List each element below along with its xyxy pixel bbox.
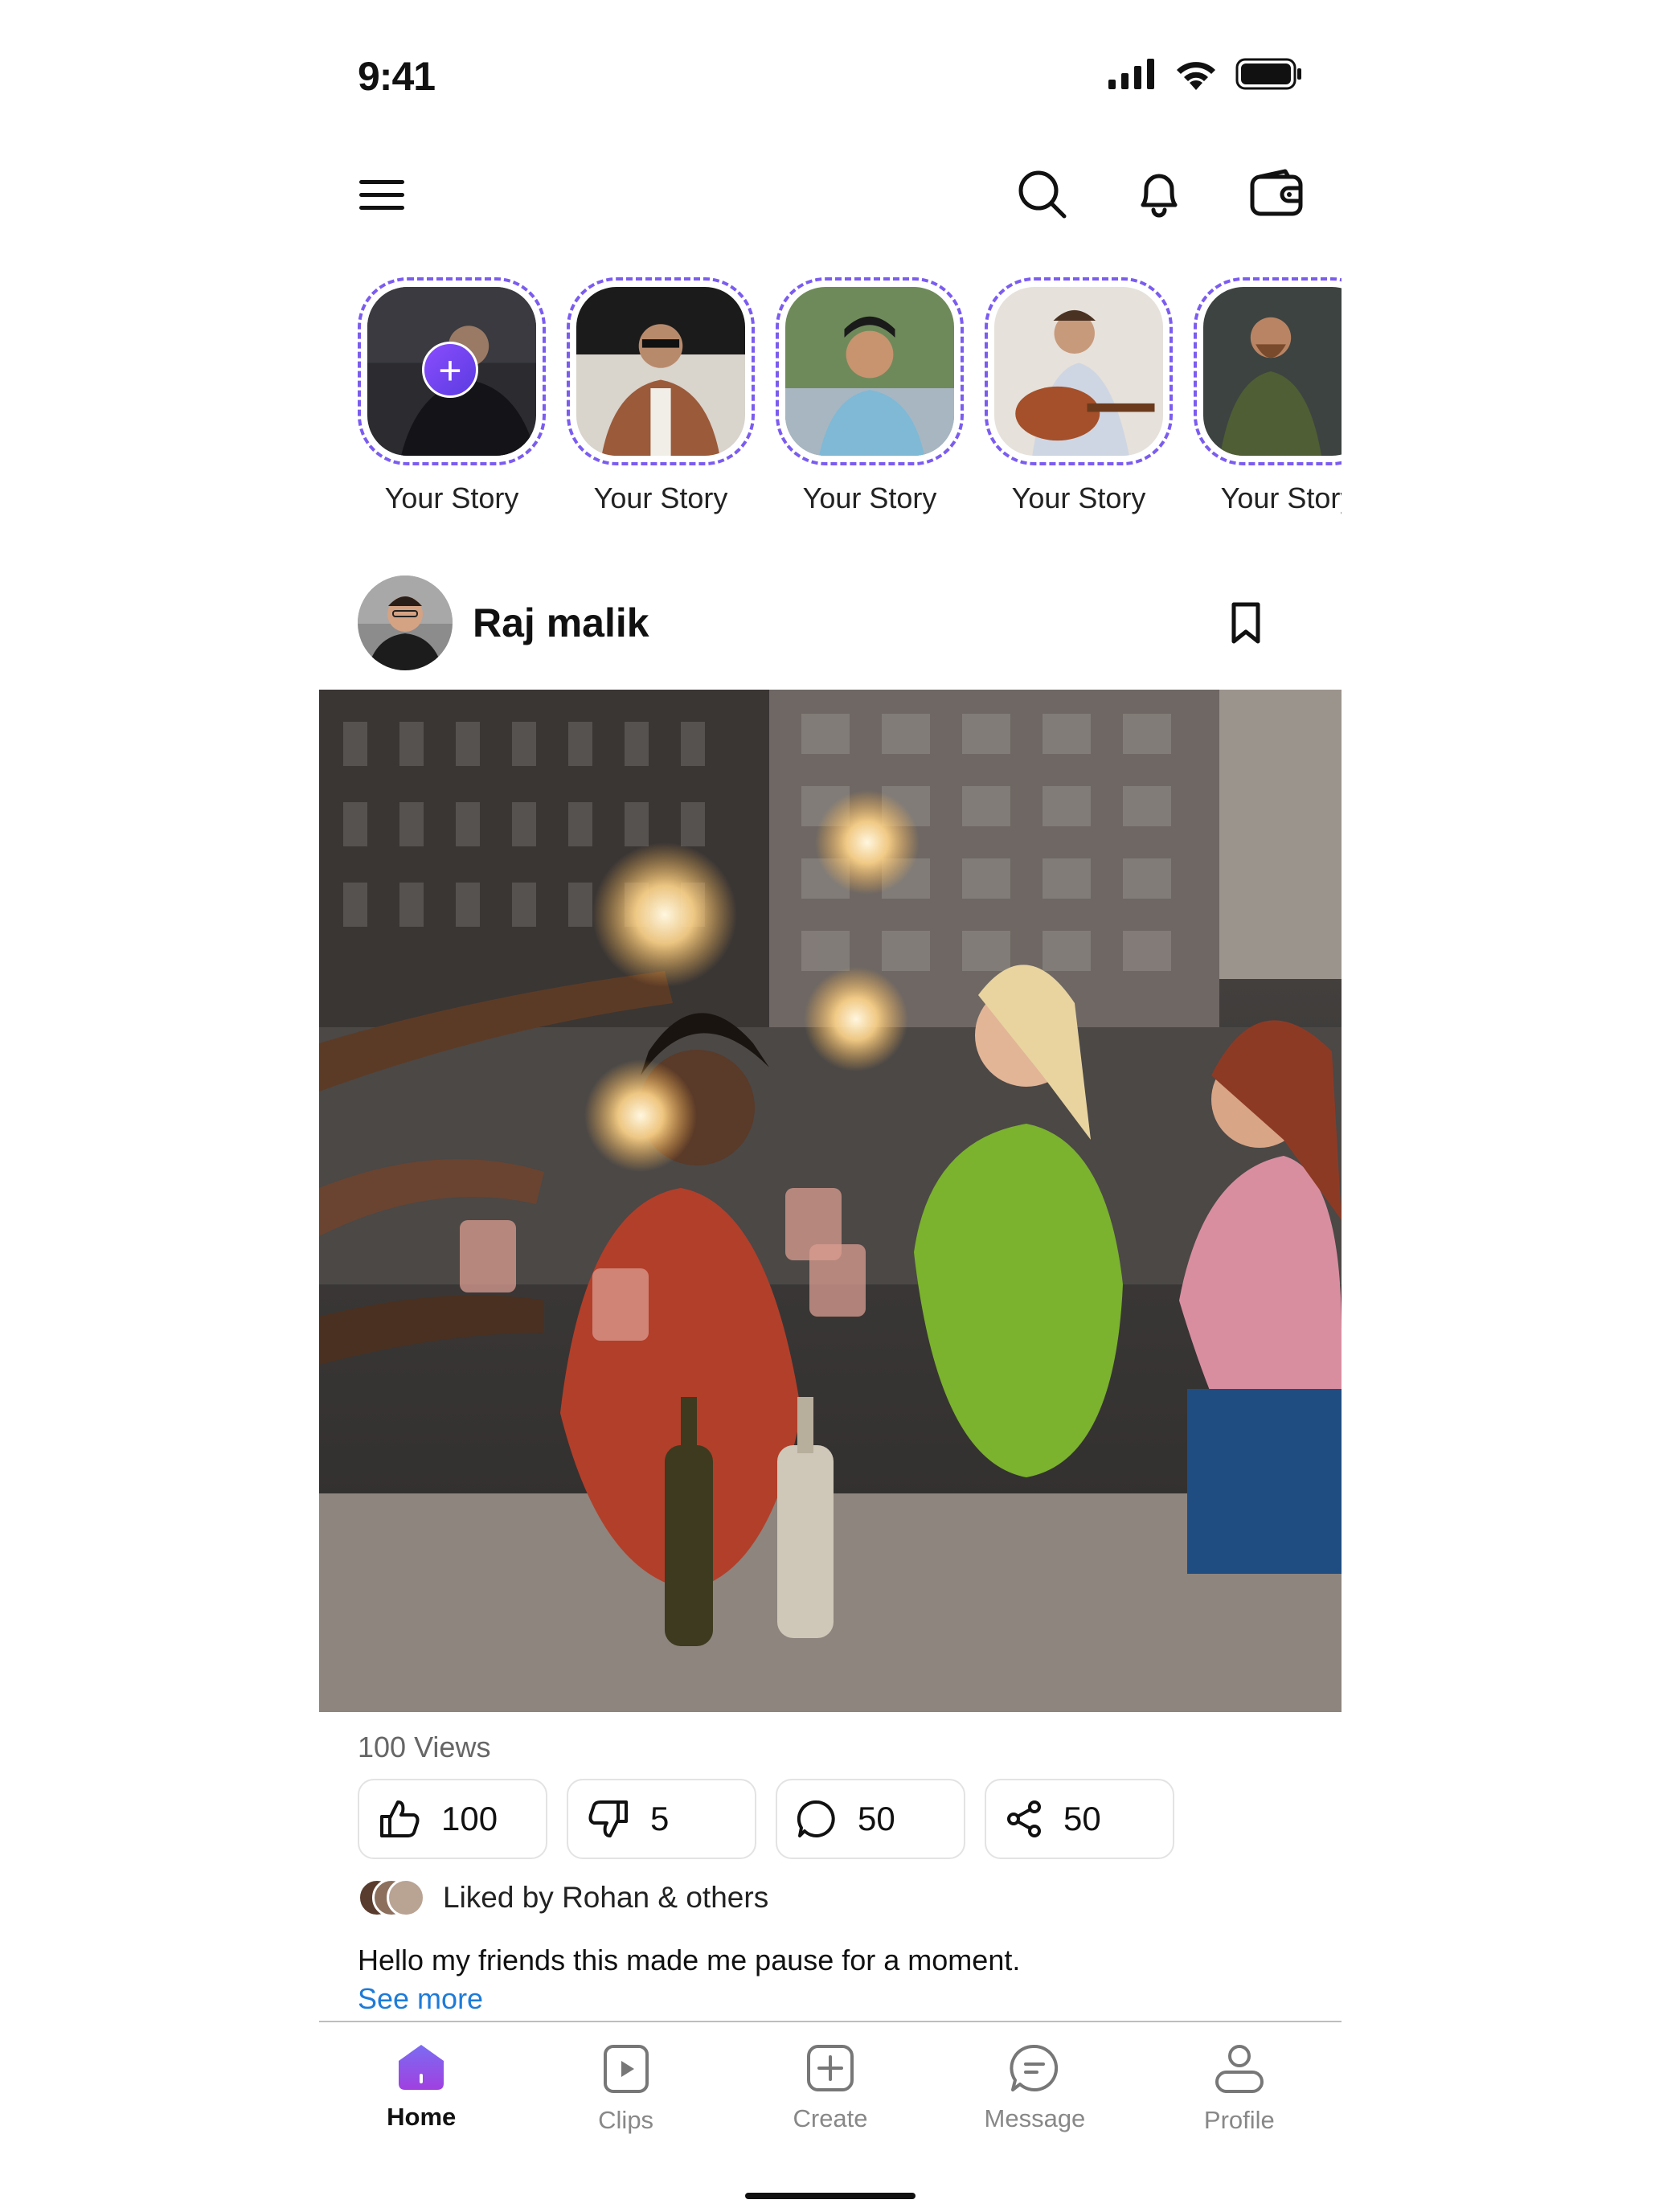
like-button[interactable]: 100 [358,1779,547,1859]
post-actions: 100 5 50 50 [358,1779,1174,1859]
status-time: 9:41 [358,54,436,99]
story-item[interactable]: Your Story [776,277,964,515]
story-item[interactable]: Your Story [567,277,755,515]
battery-icon [1235,58,1301,90]
like-count: 100 [441,1800,498,1837]
wallet-icon [1250,169,1303,216]
story-label: Your Story [1220,481,1342,514]
comment-button[interactable]: 50 [776,1779,965,1859]
story-thumbnail [576,287,745,456]
notifications-button[interactable] [1133,167,1186,220]
story-ring [985,277,1173,465]
share-button[interactable]: 50 [985,1779,1174,1859]
tab-label: Home [387,2103,457,2131]
tab-profile[interactable]: Profile [1137,2034,1342,2154]
story-item[interactable]: Your Story [1194,277,1342,515]
tab-label: Message [984,2104,1086,2132]
story-ring [776,277,964,465]
share-count: 50 [1063,1800,1101,1837]
bell-icon [1141,174,1178,218]
story-label: Your Story [1011,481,1146,514]
share-icon [1007,1800,1041,1837]
tab-label: Clips [598,2106,654,2134]
author-avatar[interactable] [358,576,453,670]
bookmark-icon [1231,602,1260,644]
bookmark-button[interactable] [1227,601,1264,646]
liker-avatar [387,1878,425,1917]
tabbar-divider [319,2021,1342,2022]
tab-create[interactable]: Create [728,2034,932,2154]
home-icon [399,2045,444,2090]
tab-label: Profile [1203,2106,1275,2134]
tab-clips[interactable]: Clips [523,2034,727,2154]
profile-icon [1215,2045,1264,2093]
post-header: Raj malik [358,576,1303,672]
liked-by[interactable]: Liked by Rohan & others [358,1878,768,1917]
app-screen: 9:41 + Your Story Your Story Your Story … [319,0,1342,2212]
add-story-button[interactable]: + [422,342,478,398]
story-label: Your Story [593,481,728,514]
status-icons [1108,58,1303,90]
post-image[interactable] [319,690,1342,1712]
story-thumbnail [1203,287,1342,456]
message-icon [1010,2044,1059,2091]
story-item[interactable]: + Your Story [358,277,546,515]
thumbs-up-icon [380,1800,420,1837]
cellular-signal-icon [1108,59,1154,89]
story-ring: + [358,277,546,465]
tab-message[interactable]: Message [932,2034,1137,2154]
story-thumbnail [785,287,954,456]
top-app-bar [358,161,1303,233]
post-views: 100 Views [358,1731,491,1763]
search-button[interactable] [1015,167,1068,220]
author-name[interactable]: Raj malik [473,600,649,646]
home-indicator [745,2193,916,2199]
story-label: Your Story [802,481,937,514]
tab-label: Create [793,2104,868,2132]
dislike-button[interactable]: 5 [567,1779,756,1859]
liked-avatars [358,1878,425,1917]
status-bar: 9:41 [358,48,1303,104]
story-ring [1194,277,1342,465]
create-icon [807,2045,854,2091]
wifi-icon [1177,62,1215,90]
tab-home[interactable]: Home [319,2034,523,2154]
clips-icon [603,2045,649,2093]
comment-count: 50 [858,1800,895,1837]
comment-icon [797,1800,835,1837]
story-item[interactable]: Your Story [985,277,1173,515]
liked-by-text: Liked by Rohan & others [443,1881,769,1914]
stories-row: + Your Story Your Story Your Story Your … [358,277,1342,526]
menu-button[interactable] [358,175,406,215]
story-label: Your Story [384,481,519,514]
stories-track: + Your Story Your Story Your Story Your … [358,277,1342,515]
bottom-tab-bar: Home Clips Create Message Profile [319,2034,1342,2154]
story-ring [567,277,755,465]
search-icon [1018,170,1067,219]
thumbs-down-icon [588,1800,628,1837]
menu-icon [359,180,404,210]
header-actions [1015,167,1303,220]
post-caption: Hello my friends this made me pause for … [358,1944,1021,1976]
dislike-count: 5 [650,1800,670,1837]
story-thumbnail [994,287,1163,456]
see-more-link[interactable]: See more [358,1982,483,2016]
wallet-button[interactable] [1250,167,1303,220]
